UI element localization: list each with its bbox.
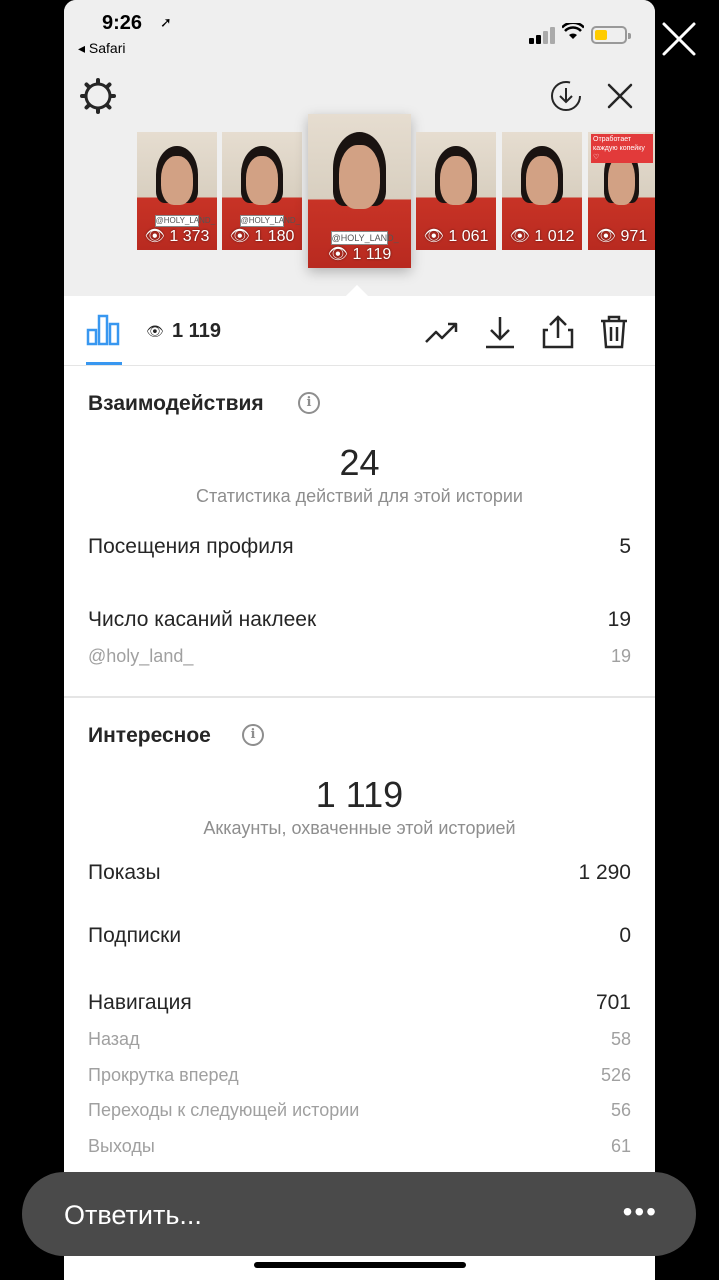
thumbnail-views-count: 1 119 bbox=[352, 246, 392, 263]
follows-label: Подписки bbox=[88, 924, 182, 947]
thumbnail-views: 👁 1 180 bbox=[229, 228, 295, 245]
selected-pointer bbox=[342, 281, 372, 297]
discovery-title: Интересное bbox=[88, 724, 211, 747]
discovery-subtitle: Аккаунты, охваченные этой историей bbox=[203, 818, 516, 838]
thumbnail-views: 👁 971 bbox=[595, 228, 648, 245]
nav-exits-label: Выходы bbox=[88, 1136, 155, 1156]
story-thumbnail[interactable]: Отработает каждую копейку ♡ 👁 971 bbox=[588, 132, 655, 250]
thumbnail-tag: @HOLY_LAND_ bbox=[330, 231, 399, 246]
thumbnail-views-count: 971 bbox=[620, 228, 648, 245]
sticker-taps-label: Число касаний наклеек bbox=[88, 608, 317, 631]
interactions-title: Взаимодействия bbox=[88, 392, 264, 415]
more-options-icon[interactable]: ••• bbox=[623, 1196, 658, 1228]
active-tab-underline bbox=[86, 362, 122, 365]
nav-back-value: 58 bbox=[610, 1029, 631, 1049]
trending-icon[interactable] bbox=[424, 314, 460, 350]
profile-visits-label: Посещения профиля bbox=[88, 535, 294, 558]
battery-icon bbox=[591, 26, 631, 44]
nav-next-story-value: 56 bbox=[610, 1100, 631, 1120]
thumbnail-views: 👁 1 012 bbox=[509, 228, 575, 245]
story-thumbnail[interactable]: 👁 1 012 bbox=[502, 132, 582, 250]
sticker-taps-value: 19 bbox=[607, 608, 631, 631]
thumbnail-views-count: 1 180 bbox=[254, 228, 295, 245]
wifi-icon bbox=[561, 21, 585, 47]
navigation-label: Навигация bbox=[88, 991, 192, 1014]
thumbnail-views: 👁 1 373 bbox=[144, 228, 210, 245]
signal-icon bbox=[529, 26, 557, 44]
views-count: 1 119 bbox=[172, 320, 221, 342]
location-arrow-icon: ➚ bbox=[160, 14, 172, 30]
nav-forward-value: 526 bbox=[600, 1065, 631, 1085]
eye-icon: 👁 bbox=[146, 323, 164, 339]
thumbnail-views-count: 1 012 bbox=[534, 228, 575, 245]
story-thumbnail[interactable]: 👁 1 061 bbox=[416, 132, 496, 250]
impressions-label: Показы bbox=[88, 861, 161, 884]
follows-value: 0 bbox=[619, 924, 631, 947]
thumbnail-tag: @HOLY_LAND_ bbox=[154, 214, 216, 227]
story-thumbnail[interactable]: @HOLY_LAND_ 👁 1 373 bbox=[137, 132, 217, 250]
download-circle-icon[interactable] bbox=[550, 80, 582, 112]
reply-placeholder: Ответить... bbox=[64, 1200, 202, 1230]
thumbnail-views-count: 1 373 bbox=[169, 228, 210, 245]
info-icon[interactable]: i bbox=[298, 392, 320, 414]
story-insights-sheet: 9:26 ➚ ◂ Safari @HOLY_LAND_ 👁 1 373 @HOL… bbox=[64, 0, 655, 1280]
discovery-total: 1 119 bbox=[315, 774, 404, 815]
trash-icon[interactable] bbox=[596, 314, 632, 350]
story-thumbnail-active[interactable]: @HOLY_LAND_ 👁 1 119 bbox=[308, 114, 411, 268]
download-icon[interactable] bbox=[482, 314, 518, 350]
thumbnail-views: 👁 1 061 bbox=[423, 228, 489, 245]
thumbnail-tag: @HOLY_LAND_ bbox=[239, 214, 301, 227]
home-indicator[interactable] bbox=[254, 1262, 466, 1268]
back-to-safari-link[interactable]: ◂ Safari bbox=[78, 40, 126, 57]
section-divider bbox=[64, 696, 655, 698]
share-icon[interactable] bbox=[540, 314, 576, 350]
status-time: 9:26 bbox=[102, 12, 143, 34]
info-icon[interactable]: i bbox=[242, 724, 264, 746]
profile-visits-value: 5 bbox=[619, 535, 631, 558]
impressions-value: 1 290 bbox=[578, 861, 631, 884]
interactions-total: 24 bbox=[339, 442, 380, 483]
nav-back-label: Назад bbox=[88, 1029, 140, 1049]
status-bar: 9:26 ➚ ◂ Safari bbox=[64, 0, 655, 70]
bar-chart-icon[interactable] bbox=[86, 312, 120, 346]
insights-toolbar: 👁 1 119 bbox=[64, 296, 655, 366]
stories-carousel-panel: @HOLY_LAND_ 👁 1 373 @HOLY_LAND_ 👁 1 180 … bbox=[64, 70, 655, 296]
thumbnail-note: Отработает каждую копейку ♡ bbox=[591, 134, 653, 163]
navigation-value: 701 bbox=[595, 991, 631, 1014]
close-icon[interactable] bbox=[604, 80, 636, 112]
interactions-subtitle: Статистика действий для этой истории bbox=[196, 486, 523, 506]
close-story-icon[interactable] bbox=[660, 20, 698, 58]
reply-input[interactable]: Ответить... ••• bbox=[22, 1172, 696, 1256]
sticker-handle-label[interactable]: @holy_land_ bbox=[88, 646, 193, 667]
story-thumbnail[interactable]: @HOLY_LAND_ 👁 1 180 bbox=[222, 132, 302, 250]
thumbnail-views-count: 1 061 bbox=[448, 228, 489, 245]
nav-next-story-label: Переходы к следующей истории bbox=[88, 1100, 360, 1120]
nav-forward-label: Прокрутка вперед bbox=[88, 1065, 239, 1085]
thumbnail-views: 👁 1 119 bbox=[327, 246, 392, 263]
nav-exits-value: 61 bbox=[610, 1136, 631, 1156]
gear-icon[interactable] bbox=[80, 78, 116, 114]
sticker-handle-value: 19 bbox=[610, 646, 631, 666]
